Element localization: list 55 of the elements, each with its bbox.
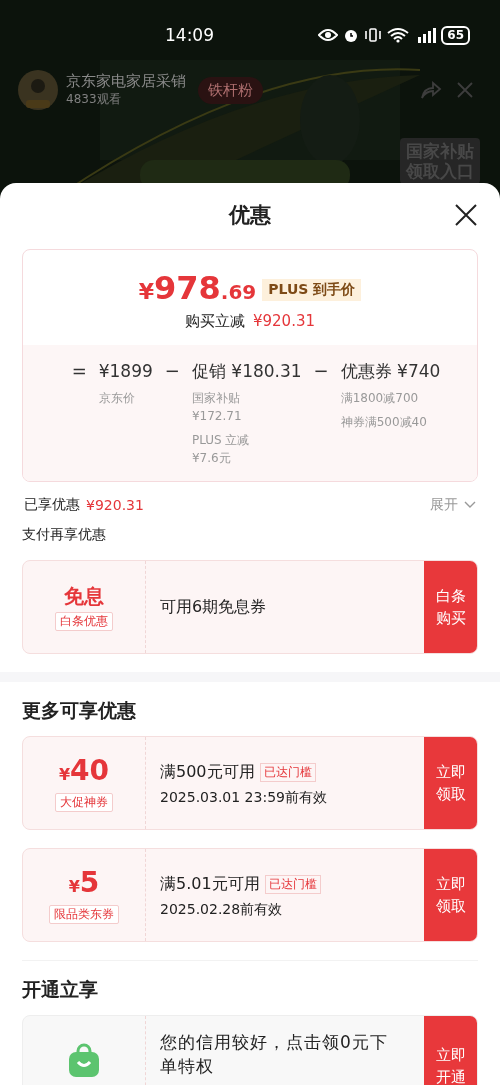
breakdown-note: PLUS 立减	[191, 432, 251, 449]
breakdown-note: 神券满500减40	[340, 414, 428, 431]
coupon-action-button[interactable]: 白条购买	[424, 561, 477, 653]
eye-icon	[318, 28, 339, 42]
section-title: 更多可享优惠	[22, 698, 137, 723]
alarm-icon	[343, 27, 360, 43]
battery-indicator: 65	[441, 25, 470, 45]
host-name: 京东家电家居采销	[66, 72, 186, 91]
plus-price-tag: PLUS 到手价	[262, 279, 362, 301]
breakdown-amount: 促销 ¥180.31	[191, 360, 302, 383]
coupon-action-button[interactable]: 立即领取	[424, 737, 477, 829]
breakdown-amount: 优惠券 ¥740	[340, 360, 441, 383]
reduction-label: 购买立减	[185, 312, 245, 331]
operator-sign: −	[313, 359, 329, 383]
threshold-badge: 已达门槛	[264, 874, 321, 894]
coupon-amount: ¥40	[58, 754, 110, 789]
section-title: 支付再享优惠	[22, 525, 107, 544]
coupon-condition: 满5.01元可用	[160, 873, 260, 895]
breakdown-note: ¥7.6元	[191, 450, 232, 467]
expand-link[interactable]: 展开	[430, 496, 458, 514]
host-avatar	[18, 70, 58, 110]
vibrate-icon	[364, 27, 383, 43]
shopping-bag-icon	[67, 1043, 101, 1077]
reduction-value: ¥920.31	[253, 312, 315, 331]
breakdown-note: 满1800减700	[340, 390, 420, 407]
breakdown-note: ¥172.71	[191, 408, 243, 425]
coupon-tag: 限品类东券	[49, 904, 119, 924]
status-time: 14:09	[165, 25, 214, 45]
coupon-amount: ¥5	[68, 866, 100, 901]
chevron-down-icon[interactable]	[464, 501, 476, 509]
coupon-action-button[interactable]: 立即开通	[424, 1016, 477, 1085]
coupon-tag: 白条优惠	[55, 612, 113, 631]
coupon-tag: 大促神券	[55, 792, 113, 812]
operator-sign: −	[164, 359, 180, 383]
coupon-action-button[interactable]: 立即领取	[424, 849, 477, 941]
breakdown-note: 京东价	[98, 390, 136, 407]
coupon-description: 您的信用较好，点击领0元下单特权	[160, 1031, 389, 1078]
enjoyed-discount-label: 已享优惠	[24, 496, 80, 514]
coupon-description: 可用6期免息券	[160, 596, 268, 618]
section-title: 开通立享	[22, 977, 99, 1002]
threshold-badge: 已达门槛	[259, 762, 316, 782]
coupon-condition: 满500元可用	[160, 761, 255, 783]
coupon-validity: 2025.03.01 23:59前有效	[160, 789, 328, 807]
viewer-count: 4833观看	[66, 91, 122, 108]
operator-sign: =	[71, 359, 87, 383]
final-price: ¥978.69	[138, 270, 257, 309]
breakdown-amount: ¥1899	[98, 360, 153, 383]
coupon-title: 免息	[64, 583, 104, 610]
coupon-validity: 2025.02.28前有效	[160, 901, 284, 919]
close-icon[interactable]	[455, 204, 477, 226]
share-icon[interactable]	[420, 80, 442, 100]
breakdown-note: 国家补贴	[191, 390, 241, 407]
wifi-icon	[387, 27, 410, 43]
sheet-title: 优惠	[229, 202, 271, 229]
enjoyed-discount-value: ¥920.31	[86, 497, 144, 513]
